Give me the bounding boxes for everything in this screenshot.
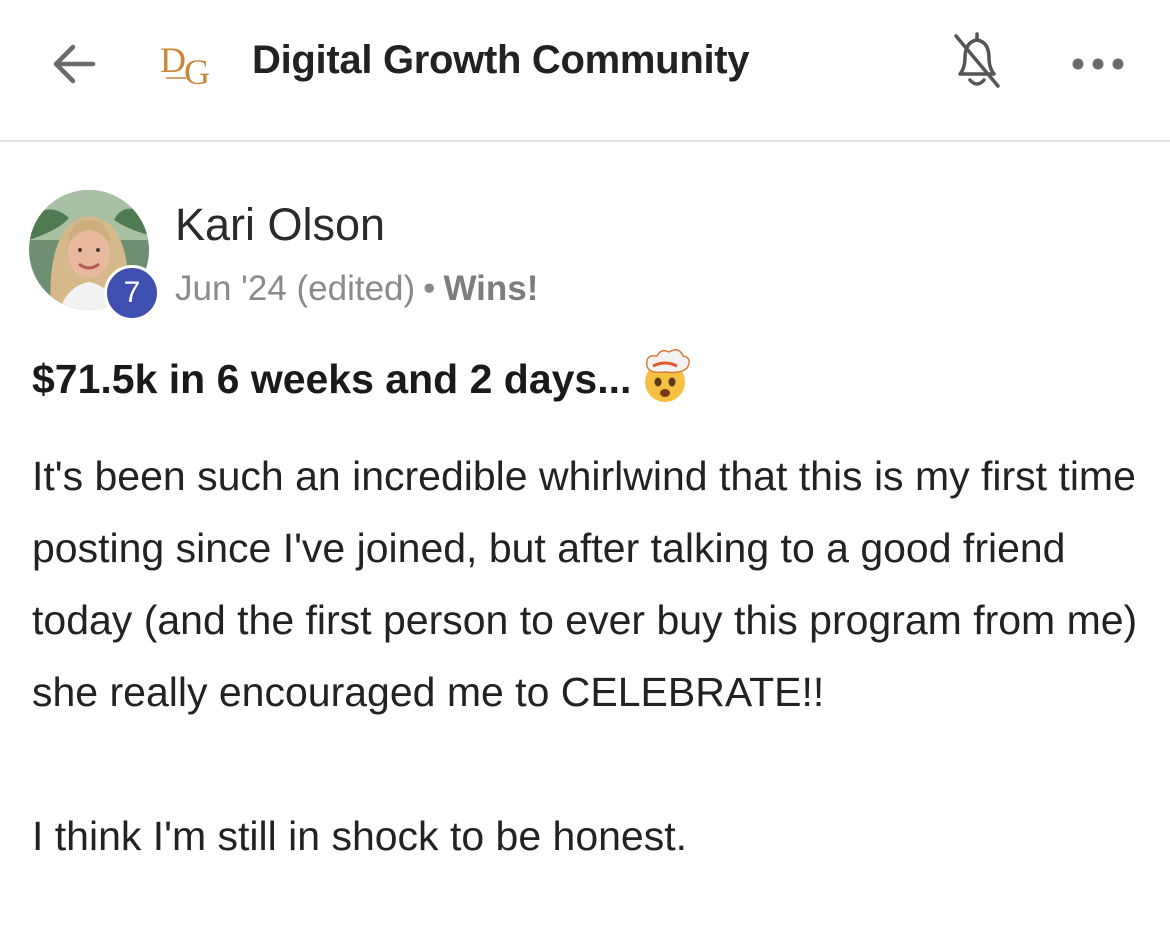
post-paragraph: It's been such an incredible whirlwind t…: [32, 453, 1138, 715]
author-name[interactable]: Kari Olson: [175, 199, 385, 251]
back-button[interactable]: [46, 36, 102, 92]
post-date: Jun '24 (edited): [175, 269, 416, 308]
more-horizontal-icon: [1072, 58, 1124, 70]
notifications-button[interactable]: [946, 28, 1008, 94]
top-app-bar: D G Digital Growth Community: [0, 0, 1170, 142]
post-paragraph: I think I'm still in shock to be honest.: [32, 813, 688, 859]
level-badge: 7: [104, 265, 160, 321]
author-avatar-group[interactable]: 7: [29, 190, 163, 324]
post-title-text: $71.5k in 6 weeks and 2 days...: [32, 355, 632, 402]
svg-text:D: D: [160, 40, 186, 80]
bell-off-icon: [954, 32, 1000, 88]
post-meta: Jun '24 (edited) • Wins!: [175, 269, 538, 309]
community-title[interactable]: Digital Growth Community: [252, 38, 750, 83]
post-title: $71.5k in 6 weeks and 2 days...: [32, 349, 695, 406]
exploding-head-emoji: [645, 349, 691, 402]
more-options-button[interactable]: [1068, 46, 1128, 82]
svg-text:G: G: [184, 52, 210, 88]
post-category[interactable]: Wins!: [443, 269, 538, 308]
post-body: It's been such an incredible whirlwind t…: [32, 440, 1152, 872]
arrow-left-icon: [53, 44, 96, 84]
meta-separator: •: [423, 269, 436, 308]
community-logo: D G: [160, 36, 226, 92]
